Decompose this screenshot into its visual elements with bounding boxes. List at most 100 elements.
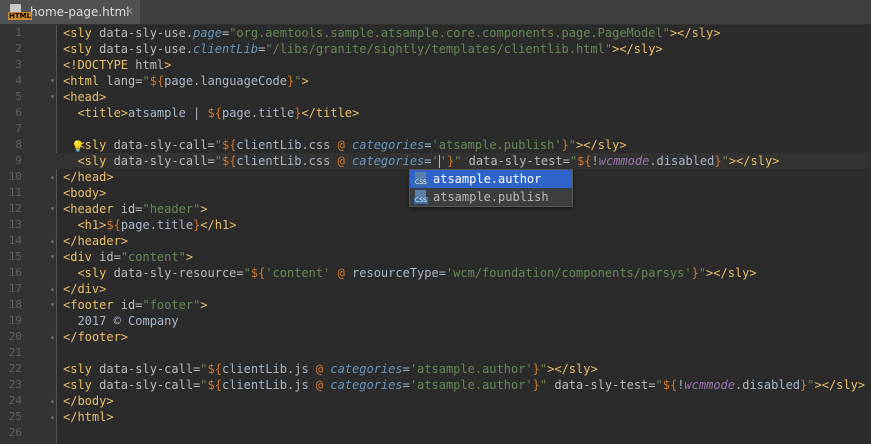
code-text: </html> bbox=[63, 409, 114, 425]
code-token: page.languageCode bbox=[164, 74, 287, 88]
completion-item-label: atsample.publish bbox=[433, 190, 549, 204]
code-token: atsample | bbox=[128, 106, 208, 120]
code-token: " bbox=[214, 138, 222, 152]
code-token: " bbox=[569, 154, 578, 168]
line-number: 23 bbox=[8, 378, 22, 391]
code-line: 15 ▾ <div id="content"> bbox=[0, 249, 871, 265]
code-text: <div id="content"> bbox=[63, 249, 193, 265]
lightbulb-icon[interactable]: 💡 bbox=[71, 139, 85, 153]
html-file-icon: HTML bbox=[8, 4, 33, 20]
code-text: <sly data-sly-resource="${'content' @ re… bbox=[63, 265, 756, 281]
css-file-icon: CSS bbox=[414, 190, 428, 204]
code-token: 'content' bbox=[265, 266, 338, 280]
code-token: wcmmode bbox=[598, 154, 650, 168]
code-text: <h1>${page.title}</h1> bbox=[63, 217, 236, 233]
code-line: 19 2017 © Company bbox=[0, 313, 871, 329]
fold-marker-icon[interactable]: ▴ bbox=[50, 173, 57, 181]
code-token: "header" bbox=[142, 202, 201, 216]
line-number: 11 bbox=[8, 186, 22, 199]
code-line: 1 <sly data-sly-use.page="org.aemtools.sa… bbox=[0, 25, 871, 41]
fold-marker-icon[interactable]: ▴ bbox=[50, 413, 57, 421]
fold-marker-icon[interactable]: ▴ bbox=[50, 285, 57, 293]
code-text: </footer> bbox=[63, 329, 128, 345]
code-token: @ bbox=[337, 138, 353, 152]
code-token: " bbox=[568, 138, 577, 152]
code-token: <!DOCTYPE bbox=[63, 58, 136, 72]
code-token: = bbox=[424, 154, 432, 168]
code-token: clientLib.css bbox=[236, 154, 338, 168]
code-token: categories bbox=[352, 138, 425, 152]
code-token: @ bbox=[337, 154, 353, 168]
fold-marker-icon[interactable]: ▾ bbox=[50, 205, 57, 213]
code-token: data-sly-call= bbox=[99, 378, 201, 392]
code-token: <sly bbox=[63, 26, 100, 40]
fold-marker-icon[interactable]: ▴ bbox=[50, 333, 57, 341]
code-token: "/libs/granite/sightly/templates/clientl… bbox=[265, 42, 613, 56]
code-token: data-sly-call= bbox=[113, 138, 215, 152]
code-token: ></sly> bbox=[576, 138, 627, 152]
code-token: ${ bbox=[662, 378, 678, 392]
code-token: " bbox=[142, 74, 150, 88]
code-token: </header> bbox=[63, 234, 129, 248]
code-token: " bbox=[698, 266, 707, 280]
code-token: 'atsample.author' bbox=[409, 362, 533, 376]
code-token: </div> bbox=[63, 282, 107, 296]
code-token: ${ bbox=[221, 138, 237, 152]
code-token: ${ bbox=[250, 266, 266, 280]
code-line: 24 ▴ </body> bbox=[0, 393, 871, 409]
code-token: = bbox=[424, 138, 432, 152]
close-icon[interactable]: ✕ bbox=[125, 5, 134, 18]
code-token: resourceType= bbox=[352, 266, 446, 280]
code-token: </h1> bbox=[200, 218, 237, 232]
completion-item-label: atsample.author bbox=[433, 172, 542, 186]
code-line: 21 bbox=[0, 345, 871, 361]
code-editor[interactable]: 1 <sly data-sly-use.page="org.aemtools.sa… bbox=[0, 25, 871, 444]
code-token: id= bbox=[120, 202, 143, 216]
code-token: ${ bbox=[149, 74, 165, 88]
code-token: </body> bbox=[63, 394, 114, 408]
css-file-icon: CSS bbox=[414, 172, 428, 186]
code-text: <!DOCTYPE html> bbox=[63, 57, 171, 73]
code-text: <title>atsample | ${page.title}</title> bbox=[63, 105, 359, 121]
completion-item[interactable]: CSS atsample.author bbox=[410, 170, 572, 188]
fold-marker-icon[interactable]: ▾ bbox=[50, 253, 57, 261]
code-token: " bbox=[454, 154, 469, 168]
line-number: 13 bbox=[8, 218, 22, 231]
code-token: " bbox=[200, 378, 208, 392]
fold-marker-icon[interactable]: ▴ bbox=[50, 397, 57, 405]
code-text: <sly data-sly-use.clientLib="/libs/grani… bbox=[63, 41, 663, 57]
line-number: 3 bbox=[15, 58, 22, 71]
code-token: 2017 © Company bbox=[63, 314, 179, 328]
code-token: <sly bbox=[77, 266, 114, 280]
fold-marker-icon[interactable]: ▾ bbox=[50, 77, 57, 85]
line-number: 15 bbox=[8, 250, 22, 263]
line-number: 1 bbox=[15, 26, 22, 39]
line-number: 8 bbox=[15, 138, 22, 151]
code-token: > bbox=[200, 202, 208, 216]
completion-item[interactable]: CSS atsample.publish bbox=[410, 188, 572, 206]
tab-home-page-html[interactable]: HTML home-page.html ✕ bbox=[0, 0, 140, 24]
code-text: <header id="header"> bbox=[63, 201, 208, 217]
code-line: 8 <sly data-sly-call="${clientLib.css @ … bbox=[0, 137, 871, 153]
code-token: categories bbox=[330, 362, 403, 376]
line-number: 25 bbox=[8, 410, 22, 423]
code-line: 7 bbox=[0, 121, 871, 137]
code-text: </head> bbox=[63, 169, 114, 185]
code-text: <sly data-sly-call="${clientLib.css @ ca… bbox=[63, 153, 779, 169]
code-line: 14 ▴ </header> bbox=[0, 233, 871, 249]
code-token: " bbox=[214, 154, 222, 168]
line-number: 16 bbox=[8, 266, 22, 279]
code-token: wcmmode bbox=[684, 378, 735, 392]
tab-filename: home-page.html bbox=[30, 5, 130, 19]
line-number: 19 bbox=[8, 314, 22, 327]
fold-marker-icon[interactable]: ▴ bbox=[50, 237, 57, 245]
code-line: 6 <title>atsample | ${page.title}</title… bbox=[0, 105, 871, 121]
code-token: @ bbox=[315, 362, 331, 376]
line-number: 10 bbox=[8, 170, 22, 183]
fold-marker-icon[interactable]: ▾ bbox=[50, 93, 57, 101]
code-token: " bbox=[807, 378, 815, 392]
fold-marker-icon[interactable]: ▾ bbox=[50, 301, 57, 309]
code-line: 9 <sly data-sly-call="${clientLib.css @ … bbox=[0, 153, 871, 169]
